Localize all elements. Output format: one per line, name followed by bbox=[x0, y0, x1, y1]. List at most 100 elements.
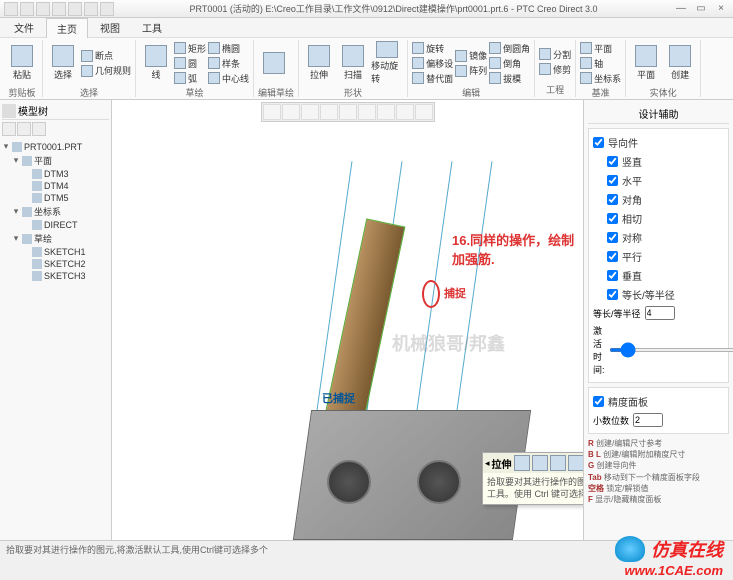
ribbon-group-eng: 分割 修剪 工程 bbox=[535, 40, 576, 97]
equal-tol-input[interactable] bbox=[645, 306, 675, 320]
vp-rotate-icon[interactable] bbox=[320, 104, 338, 120]
tree-sketch-folder[interactable]: ▾草绘 bbox=[2, 231, 109, 246]
guides-header[interactable]: 导向件 bbox=[593, 133, 724, 152]
qat-open-icon[interactable] bbox=[20, 2, 34, 16]
popup-extrude-icon[interactable] bbox=[514, 455, 530, 471]
extrude-popup: ◂ 拉伸 拾取要对其进行操作的图元。将激活默认工具。使用 Ctrl 键可选择多个… bbox=[482, 452, 583, 505]
merge-button[interactable]: 修剪 bbox=[539, 62, 571, 76]
tree-direct[interactable]: DIRECT bbox=[2, 219, 109, 231]
viewport-3d[interactable]: 16.同样的操作，绘制加强筋. 捕捉 已捕捉 机械狼哥/邦鑫 ◂ 拉伸 拾取要对… bbox=[112, 100, 583, 540]
tree-title: 模型树 bbox=[18, 103, 48, 118]
chk-parallel[interactable]: 平行 bbox=[607, 247, 724, 266]
tab-home[interactable]: 主页 bbox=[46, 18, 88, 38]
ellipse-button[interactable]: 椭圆 bbox=[208, 41, 249, 55]
qat-redo-icon[interactable] bbox=[68, 2, 82, 16]
circle-button[interactable]: 圆 bbox=[174, 56, 206, 70]
vp-pan-icon[interactable] bbox=[339, 104, 357, 120]
tree-csys-folder[interactable]: ▾坐标系 bbox=[2, 204, 109, 219]
chk-symmetric[interactable]: 对称 bbox=[607, 228, 724, 247]
vp-refit-icon[interactable] bbox=[263, 104, 281, 120]
tree-dtm3[interactable]: DTM3 bbox=[2, 168, 109, 180]
chk-horizontal[interactable]: 水平 bbox=[607, 171, 724, 190]
axis-button[interactable]: 轴 bbox=[580, 56, 621, 70]
ribbon-group-solidify: 平面 创建 实体化 bbox=[626, 40, 701, 97]
qat-save-icon[interactable] bbox=[36, 2, 50, 16]
tree-tb-1[interactable] bbox=[2, 122, 16, 136]
window-controls: — ▭ × bbox=[673, 3, 729, 15]
solidify-quilt-button[interactable]: 创建 bbox=[664, 41, 696, 85]
editsketch-button[interactable] bbox=[258, 41, 290, 85]
tree-header: 模型树 bbox=[2, 102, 109, 120]
chain-button[interactable]: 断点 bbox=[81, 49, 131, 63]
spline-button[interactable]: 样条 bbox=[208, 56, 249, 70]
close-button[interactable]: × bbox=[713, 3, 729, 15]
centerline-button[interactable]: 中心线 bbox=[208, 71, 249, 85]
tree-sketch3[interactable]: SKETCH3 bbox=[2, 270, 109, 282]
vp-zoomout-icon[interactable] bbox=[301, 104, 319, 120]
tree-sketch1[interactable]: SKETCH1 bbox=[2, 246, 109, 258]
plane-button[interactable]: 平面 bbox=[580, 41, 621, 55]
pattern-button[interactable]: 阵列 bbox=[455, 64, 487, 78]
arc-button[interactable]: 弧 bbox=[174, 71, 206, 85]
main-area: 模型树 ▾PRT0001.PRT ▾平面 DTM3 DTM4 DTM5 ▾坐标系… bbox=[0, 100, 733, 540]
chk-diagonal[interactable]: 对角 bbox=[607, 190, 724, 209]
vp-zoomin-icon[interactable] bbox=[282, 104, 300, 120]
chk-vertical[interactable]: 竖直 bbox=[607, 152, 724, 171]
tree-sketch2[interactable]: SKETCH2 bbox=[2, 258, 109, 270]
decimals-input[interactable] bbox=[633, 413, 663, 427]
geomrule-button[interactable]: 几何规则 bbox=[81, 64, 131, 78]
delay-row: 激活时间: bbox=[593, 322, 724, 378]
mirror-button[interactable]: 镜像 bbox=[455, 49, 487, 63]
tab-file[interactable]: 文件 bbox=[4, 18, 44, 37]
vp-style-icon[interactable] bbox=[377, 104, 395, 120]
chk-equal[interactable]: 等长/等半径 bbox=[607, 285, 724, 304]
replace-button[interactable]: 替代面 bbox=[412, 71, 453, 85]
qat-undo-icon[interactable] bbox=[52, 2, 66, 16]
tree-tb-2[interactable] bbox=[17, 122, 31, 136]
sweep-icon bbox=[342, 45, 364, 67]
tab-tools[interactable]: 工具 bbox=[132, 18, 172, 37]
qat-close-icon[interactable] bbox=[100, 2, 114, 16]
line-icon bbox=[145, 45, 167, 67]
tree-dtm5[interactable]: DTM5 bbox=[2, 192, 109, 204]
rect-button[interactable]: 矩形 bbox=[174, 41, 206, 55]
vp-view-icon[interactable] bbox=[358, 104, 376, 120]
sweep-button[interactable]: 扫描 bbox=[337, 41, 369, 85]
delay-slider[interactable] bbox=[609, 348, 733, 352]
csys-button[interactable]: 坐标系 bbox=[580, 71, 621, 85]
chk-perpendicular[interactable]: 垂直 bbox=[607, 266, 724, 285]
maximize-button[interactable]: ▭ bbox=[693, 3, 709, 15]
select-icon bbox=[52, 45, 74, 67]
round-button[interactable]: 倒圆角 bbox=[489, 41, 530, 55]
popup-opt3-icon[interactable] bbox=[568, 455, 583, 471]
title-bar: PRT0001 (活动的) E:\Creo工作目录\工作文件\0912\Dire… bbox=[0, 0, 733, 18]
tab-view[interactable]: 视图 bbox=[90, 18, 130, 37]
tree-root[interactable]: ▾PRT0001.PRT bbox=[2, 140, 109, 153]
qat-regen-icon[interactable] bbox=[84, 2, 98, 16]
chamfer-button[interactable]: 倒角 bbox=[489, 56, 530, 70]
tree-dtm4[interactable]: DTM4 bbox=[2, 180, 109, 192]
tree-tb-3[interactable] bbox=[32, 122, 46, 136]
rotate-button[interactable]: 旋转 bbox=[412, 41, 453, 55]
select-button[interactable]: 选择 bbox=[47, 41, 79, 85]
extrude-button[interactable]: 拉伸 bbox=[303, 41, 335, 85]
popup-opt2-icon[interactable] bbox=[550, 455, 566, 471]
minimize-button[interactable]: — bbox=[673, 3, 689, 15]
move-button[interactable]: 移动旋转 bbox=[371, 41, 403, 85]
precision-header[interactable]: 精度面板 bbox=[593, 392, 724, 411]
tree-toolbar bbox=[2, 122, 109, 138]
vp-datum-icon[interactable] bbox=[396, 104, 414, 120]
split-button[interactable]: 分割 bbox=[539, 47, 571, 61]
rule-icon bbox=[81, 65, 93, 77]
chk-tangent[interactable]: 相切 bbox=[607, 209, 724, 228]
solidify-plane-button[interactable]: 平面 bbox=[630, 41, 662, 85]
tree-planes[interactable]: ▾平面 bbox=[2, 153, 109, 168]
qat-new-icon[interactable] bbox=[4, 2, 18, 16]
draft-button[interactable]: 拔模 bbox=[489, 71, 530, 85]
vp-annot-icon[interactable] bbox=[415, 104, 433, 120]
offset-button[interactable]: 偏移设 bbox=[412, 56, 453, 70]
sketch-icon bbox=[32, 271, 42, 281]
popup-opt1-icon[interactable] bbox=[532, 455, 548, 471]
paste-button[interactable]: 粘贴 bbox=[6, 41, 38, 85]
line-button[interactable]: 线 bbox=[140, 41, 172, 85]
